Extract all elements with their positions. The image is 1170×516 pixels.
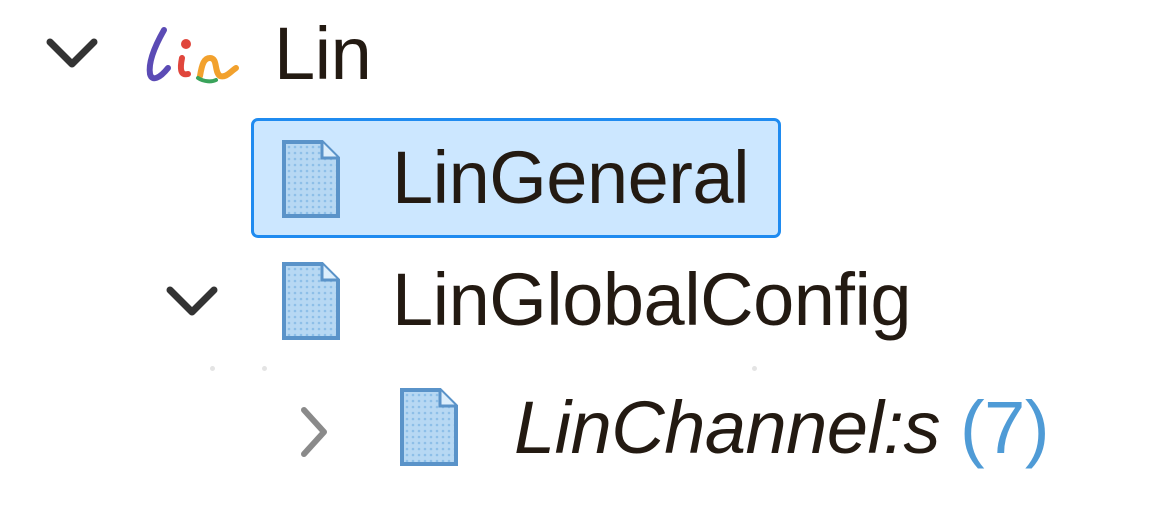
lin-logo-icon — [142, 22, 246, 88]
chevron-right-icon[interactable] — [282, 402, 342, 462]
chevron-down-icon[interactable] — [162, 270, 222, 330]
chevron-down-icon[interactable] — [42, 22, 102, 82]
tree-node-linglobalconfig[interactable]: LinGlobalConfig — [0, 240, 1170, 360]
tree-node-lin[interactable]: Lin — [0, 0, 1170, 120]
tree-node-label: Lin — [274, 12, 372, 95]
tree-node-label: LinGlobalConfig — [392, 258, 912, 341]
document-icon — [280, 260, 342, 342]
document-icon — [280, 138, 342, 220]
child-count-badge: (7) — [960, 386, 1049, 469]
tree-node-label: LinGeneral — [392, 136, 750, 219]
tree-node-lingeneral[interactable]: LinGeneral — [0, 118, 1170, 238]
tree-node-label-wrap: LinChannel:s (7) — [514, 368, 1049, 488]
tree-node-label: LinChannel:s — [514, 386, 940, 469]
tree-node-linchannels[interactable]: LinChannel:s (7) — [0, 368, 1170, 488]
document-icon — [398, 386, 460, 468]
